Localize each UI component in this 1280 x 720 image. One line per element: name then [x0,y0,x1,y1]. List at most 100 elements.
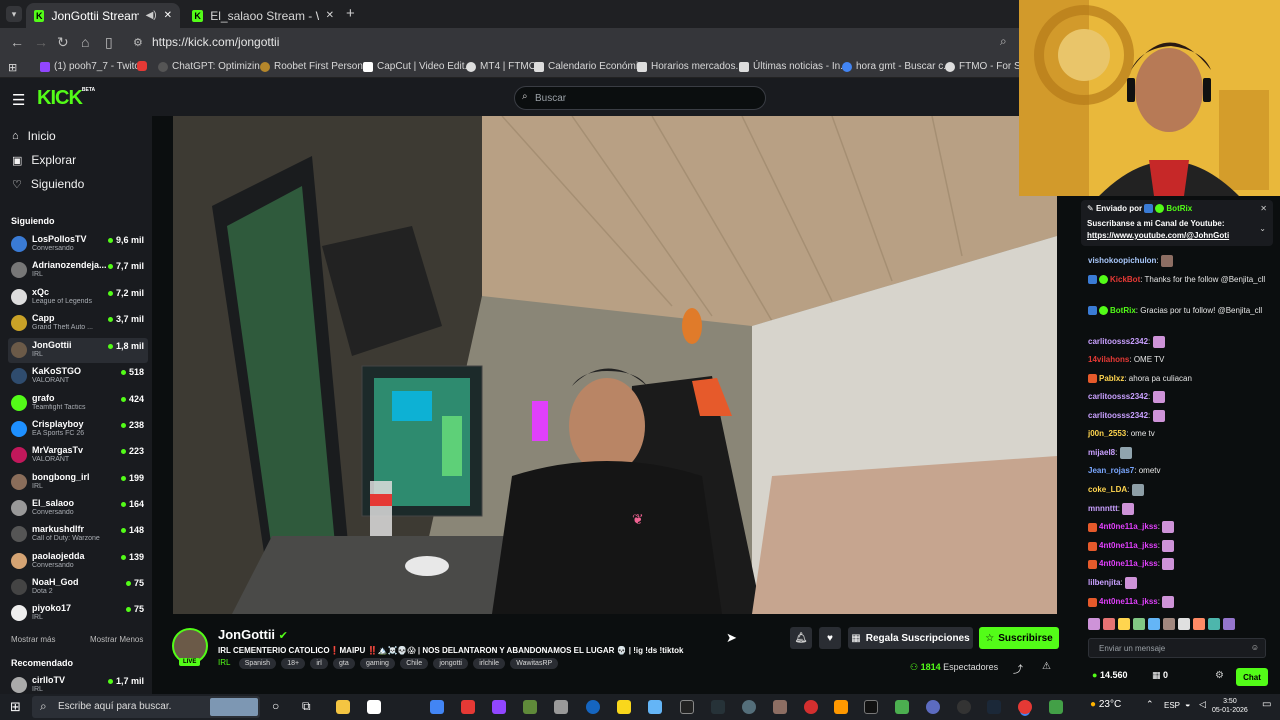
app-icon[interactable] [773,700,787,714]
chat-username[interactable]: 4nt0ne11a_jkss [1099,541,1158,550]
app-icon[interactable] [554,700,568,714]
bookmark-item[interactable]: Calendario Económi... [534,61,646,72]
category-link[interactable]: IRL [218,658,230,667]
tiktok-icon[interactable] [864,700,878,714]
bookmark-item[interactable]: Últimas noticias - In... [739,61,849,72]
chat-username[interactable]: 14vilahons [1088,355,1129,364]
back-icon[interactable]: ← [10,34,24,50]
menu-icon[interactable]: ☰ [12,91,25,109]
sidebar-item-cirllotv[interactable]: cirlloTV IRL 1,7 mil [8,673,148,693]
chrome-icon[interactable] [1018,700,1032,714]
emote-icon[interactable] [1133,618,1145,630]
sidebar-item-capp[interactable]: Capp Grand Theft Auto ... 3,7 mil [8,311,148,336]
chat-username[interactable]: coke_LDA [1088,485,1127,494]
channel-name[interactable]: JonGottii ✔ [218,627,288,642]
steam-icon[interactable] [987,700,1001,714]
emote-icon[interactable] [1163,618,1175,630]
sidebar-item-noah-god[interactable]: NoaH_God Dota 2 75 [8,575,148,600]
taskbar-search-input[interactable]: ⌕ Escribe aquí para buscar. [32,696,260,718]
emote-icon[interactable] [1088,618,1100,630]
emote-icon[interactable] [1103,618,1115,630]
tag[interactable]: irl [310,658,328,669]
chat-username[interactable]: Jean_rojas7 [1088,466,1134,475]
follow-button[interactable]: ♥ [819,627,841,649]
show-less-button[interactable]: Mostrar Menos [90,635,143,644]
tab-jongottii[interactable]: K JonGottii Stream - Watch Li ◀) ✕ [26,3,180,28]
bookmark-item[interactable]: (1) pooh7_7 - Twitch [40,61,145,72]
chevron-down-icon[interactable]: ⌄ [1259,224,1266,233]
sidebar-nav-siguiendo[interactable]: ♡ Siguiendo [12,177,84,191]
tag[interactable]: jongotti [433,658,468,669]
app-icon[interactable] [957,700,971,714]
reload-icon[interactable]: ↻ [57,34,69,51]
share-icon[interactable]: ⤴ [1013,661,1023,676]
subscribe-button[interactable]: ☆ Suscribirse [979,627,1059,649]
bookmark-item[interactable]: Horarios mercados... [637,61,744,72]
tray-chevron-icon[interactable]: ⌃ [1146,699,1154,710]
app-icon[interactable] [430,700,444,714]
emote-icon[interactable] [1208,618,1220,630]
app-icon[interactable] [834,700,848,714]
file-explorer-icon[interactable] [336,700,350,714]
unpin-icon[interactable]: ✕ [1260,204,1267,213]
sidebar-item-paolaojedda[interactable]: paolaojedda Conversando 139 [8,549,148,574]
sidebar-nav-inicio[interactable]: ⌂ Inicio [12,129,56,143]
twitch-icon[interactable] [492,700,506,714]
app-icon[interactable] [1049,700,1063,714]
sidebar-nav-explorar[interactable]: ▣ Explorar [12,153,76,167]
tag[interactable]: Chile [400,658,429,669]
zoom-app-icon[interactable] [586,700,600,714]
chat-username[interactable]: BotRix [1110,306,1136,315]
volume-icon[interactable]: ◁ [1199,699,1206,710]
show-more-button[interactable]: Mostrar más [11,635,55,644]
sidebar-item-mrvargastv[interactable]: MrVargasTv VALORANT 223 [8,443,148,468]
sidebar-item-markushdlfr[interactable]: markushdlfr Call of Duty: Warzone 148 [8,522,148,547]
app-icon[interactable] [523,700,537,714]
sidebar-item-kakostgo[interactable]: KaKoSTGO VALORANT 518 [8,364,148,389]
task-view-icon[interactable]: ⧉ [302,699,311,714]
chat-username[interactable]: carlitoosss2342 [1088,411,1148,420]
chat-username[interactable]: j00n_2553 [1088,429,1126,438]
tab-close-icon[interactable]: ✕ [326,10,334,21]
app-icon[interactable] [711,700,725,714]
search-input[interactable]: ⌕ Buscar [514,86,766,110]
emoji-icon[interactable]: ☺ [1251,643,1259,652]
tab-search-icon[interactable]: ▾ [6,6,22,22]
cortana-icon[interactable]: ○ [272,699,279,713]
notifications-icon[interactable]: ▭ [1262,699,1271,710]
tab-el-salaoo[interactable]: K El_salaoo Stream - Watch Live o ✕ [184,3,342,28]
app-icon[interactable] [461,700,475,714]
clock[interactable]: 3:50 05-01-2026 [1212,697,1248,715]
chat-username[interactable]: mnnnttt [1088,504,1118,513]
notepad-icon[interactable] [367,700,381,714]
chat-username[interactable]: 4nt0ne11a_jkss [1099,597,1158,606]
tag[interactable]: Spanish [238,658,276,669]
forward-icon[interactable]: → [34,34,48,50]
emote-icon[interactable] [1118,618,1130,630]
sidebar-item-jongottii[interactable]: JonGottii IRL 1,8 mil [8,338,148,363]
tab-audio-icon[interactable]: ◀) [146,10,157,21]
bookmark-item[interactable] [137,61,147,71]
home-browser-icon[interactable]: ⌂ [81,34,89,50]
emote-icon[interactable] [1178,618,1190,630]
chat-username[interactable]: carlitoosss2342 [1088,392,1148,401]
capcut-icon[interactable] [680,700,694,714]
tag[interactable]: WawitasRP [510,658,559,669]
emote-icon[interactable] [1223,618,1235,630]
windows-start-icon[interactable]: ⊞ [10,699,21,715]
tab-close-icon[interactable]: ✕ [164,10,172,21]
minecraft-icon[interactable] [895,700,909,714]
settings-icon[interactable] [742,700,756,714]
new-tab-button[interactable]: + [346,5,355,22]
sidebar-item-crisplayboy[interactable]: Crisplayboy EA Sports FC 26 238 [8,417,148,442]
zoom-icon[interactable]: ⌕ [1000,34,1007,49]
bookmark-item[interactable]: Roobet First Person... [260,61,371,72]
sidebar-item-adrianozendeja[interactable]: Adrianozendeja... IRL 7,7 mil [8,258,148,283]
chat-username[interactable]: 4nt0ne11a_jkss [1099,522,1158,531]
app-icon[interactable] [648,700,662,714]
chat-input[interactable]: Enviar un mensaje ☺ [1088,638,1266,658]
tag[interactable]: gaming [359,658,395,669]
chat-username[interactable]: KickBot [1110,275,1140,284]
notification-bell-button[interactable]: 🔔︎ [790,627,812,649]
tag[interactable]: gta [333,658,355,669]
